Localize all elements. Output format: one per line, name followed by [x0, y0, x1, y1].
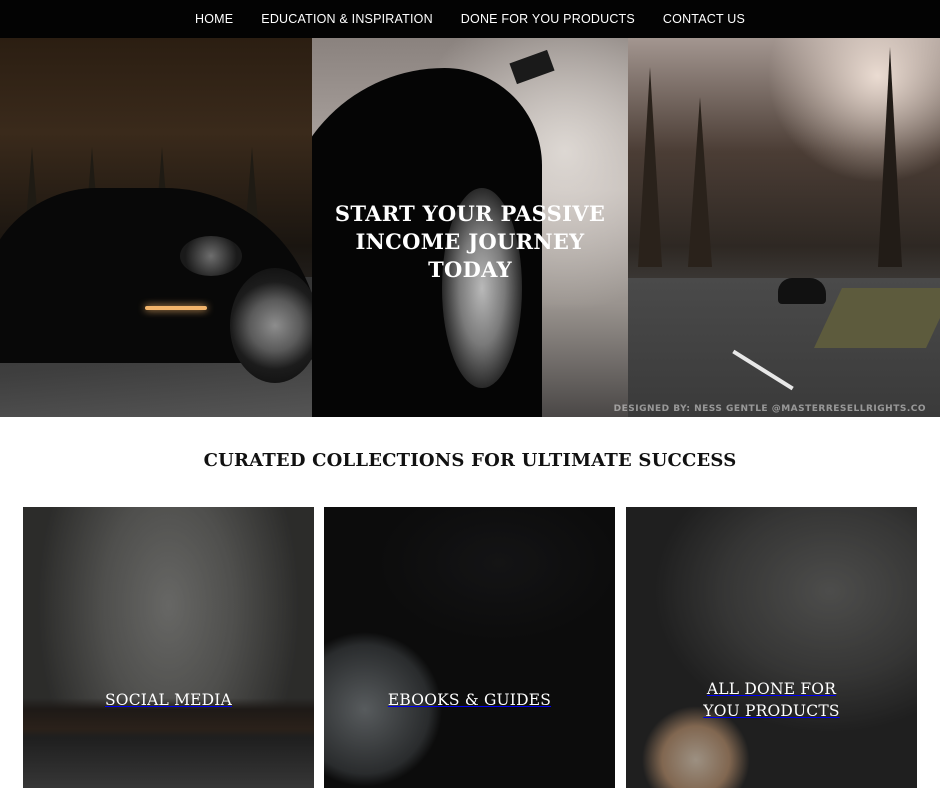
collection-card-ebooks-guides[interactable]: EBOOKS & GUIDES [324, 507, 615, 788]
nav-link-contact-us[interactable]: CONTACT US [649, 12, 759, 26]
collections-heading: CURATED COLLECTIONS FOR ULTIMATE SUCCESS [203, 450, 737, 471]
collection-card-social-media[interactable]: SOCIAL MEDIA [23, 507, 314, 788]
car-wheel [230, 268, 312, 383]
car-headlight [180, 236, 242, 276]
tree-shape [688, 97, 712, 267]
collection-card-label: EBOOKS & GUIDES [387, 690, 552, 709]
car-light [145, 306, 207, 310]
designer-credit: DESIGNED BY: NESS GENTLE @MASTERRESELLRI… [613, 404, 926, 414]
nav-link-home[interactable]: HOME [181, 12, 247, 26]
fuel-nozzle [509, 49, 555, 85]
hero-title: START YOUR PASSIVE INCOME JOURNEY TODAY [334, 201, 606, 282]
nav-link-education-inspiration[interactable]: EDUCATION & INSPIRATION [247, 12, 447, 26]
card-overlay [23, 507, 314, 788]
nav-link-done-for-you-products[interactable]: DONE FOR YOU PRODUCTS [447, 12, 649, 26]
car-on-road [778, 278, 826, 304]
tree-shape [878, 47, 902, 267]
top-navigation: HOME EDUCATION & INSPIRATION DONE FOR YO… [0, 0, 940, 38]
collection-card-label: ALL DONE FOR YOU PRODUCTS [703, 679, 840, 720]
hero-banner: START YOUR PASSIVE INCOME JOURNEY TODAY … [0, 38, 940, 417]
card-overlay [324, 507, 615, 788]
collection-card-label: SOCIAL MEDIA [104, 690, 233, 709]
tree-shape [638, 67, 662, 267]
card-overlay [626, 507, 917, 788]
hero-image-black-sports-car [0, 38, 312, 417]
hero-image-road-car [628, 38, 940, 417]
collection-card-done-for-you-products[interactable]: ALL DONE FOR YOU PRODUCTS [626, 507, 917, 788]
